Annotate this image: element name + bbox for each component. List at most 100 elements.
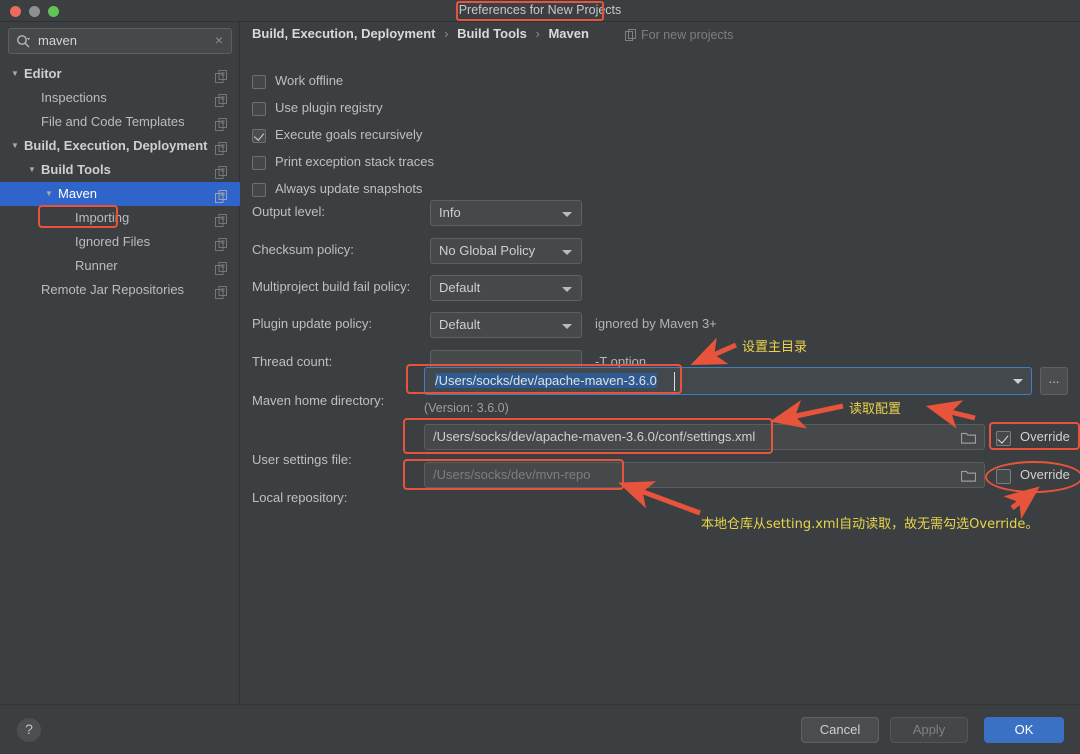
checksum-policy-value: No Global Policy [439, 243, 535, 258]
chevron-down-icon [562, 324, 572, 329]
chevron-down-icon [562, 287, 572, 292]
user-settings-file-label: User settings file: [252, 452, 352, 467]
checkbox-print-exception-stack-traces[interactable] [252, 156, 266, 170]
checkbox-label: Work offline [275, 73, 343, 88]
copy-settings-icon[interactable] [215, 211, 228, 224]
cancel-button[interactable]: Cancel [801, 717, 879, 743]
breadcrumb-separator: › [444, 26, 448, 41]
copy-settings-icon[interactable] [215, 259, 228, 272]
copy-settings-icon[interactable] [215, 139, 228, 152]
breadcrumb-separator: › [536, 26, 540, 41]
ok-button[interactable]: OK [984, 717, 1064, 743]
sidebar-item-inspections[interactable]: Inspections [0, 86, 240, 110]
local-repository-input[interactable]: /Users/socks/dev/mvn-repo [424, 462, 985, 488]
field-row-output-level: Output level: Info [252, 200, 752, 226]
sidebar-item-label: Importing [75, 206, 129, 230]
override-label: Override [1020, 429, 1070, 444]
sidebar-item-build-tools[interactable]: ▼Build Tools [0, 158, 240, 182]
copy-settings-icon[interactable] [215, 67, 228, 80]
sidebar-item-runner[interactable]: Runner [0, 254, 240, 278]
checkbox-always-update-snapshots[interactable] [252, 183, 266, 197]
checkbox-work-offline[interactable] [252, 75, 266, 89]
help-button[interactable]: ? [17, 718, 41, 742]
maven-version-label: (Version: 3.6.0) [424, 401, 509, 415]
copy-settings-icon[interactable] [215, 91, 228, 104]
sidebar-item-label: Build, Execution, Deployment [24, 134, 207, 158]
maven-home-directory-combobox[interactable]: /Users/socks/dev/apache-maven-3.6.0 [424, 367, 1032, 395]
copy-settings-icon[interactable] [215, 187, 228, 200]
chevron-down-icon[interactable]: ▼ [42, 182, 56, 206]
apply-button[interactable]: Apply [890, 717, 968, 743]
maven-home-directory-label: Maven home directory: [252, 393, 384, 408]
sidebar-item-ignored-files[interactable]: Ignored Files [0, 230, 240, 254]
annotation-note-1: 读取配置 [849, 398, 901, 417]
window-title: Preferences for New Projects [0, 3, 1080, 17]
maven-home-directory-value: /Users/socks/dev/apache-maven-3.6.0 [435, 373, 657, 388]
output-level-label: Output level: [252, 204, 325, 219]
sidebar-item-label: Inspections [41, 86, 107, 110]
checkbox-user-settings-override[interactable] [996, 431, 1011, 446]
breadcrumb-item-2[interactable]: Maven [548, 26, 588, 41]
chevron-down-icon[interactable]: ▼ [25, 158, 39, 182]
chevron-down-icon[interactable]: ▼ [8, 134, 22, 158]
breadcrumb-item-1[interactable]: Build Tools [457, 26, 527, 41]
sidebar-item-build-execution-deployment[interactable]: ▼Build, Execution, Deployment [0, 134, 240, 158]
sidebar-item-importing[interactable]: Importing [0, 206, 240, 230]
sidebar-item-label: Remote Jar Repositories [41, 278, 184, 302]
chevron-down-icon[interactable] [1005, 368, 1031, 394]
chevron-down-icon[interactable]: ▼ [8, 62, 22, 86]
sidebar-item-label: File and Code Templates [41, 110, 185, 134]
plugin-update-policy-select[interactable]: Default [430, 312, 582, 338]
checksum-policy-label: Checksum policy: [252, 242, 354, 257]
copy-settings-icon[interactable] [215, 283, 228, 296]
copy-settings-icon[interactable] [215, 115, 228, 128]
sidebar-item-label: Build Tools [41, 158, 111, 182]
checksum-policy-select[interactable]: No Global Policy [430, 238, 582, 264]
folder-icon[interactable] [961, 469, 976, 482]
copy-settings-icon [625, 29, 637, 41]
search-input[interactable]: maven × [8, 28, 232, 54]
copy-settings-icon[interactable] [215, 235, 228, 248]
close-icon[interactable]: × [215, 32, 223, 48]
maven-home-browse-button[interactable]: ... [1040, 367, 1068, 395]
user-settings-file-value: /Users/socks/dev/apache-maven-3.6.0/conf… [433, 429, 755, 444]
sidebar-item-label: Maven [58, 182, 97, 206]
settings-tree: ▼EditorInspectionsFile and Code Template… [0, 62, 240, 302]
sidebar-item-remote-jar-repositories[interactable]: Remote Jar Repositories [0, 278, 240, 302]
copy-settings-icon[interactable] [215, 163, 228, 176]
user-settings-file-input[interactable]: /Users/socks/dev/apache-maven-3.6.0/conf… [424, 424, 985, 450]
chevron-down-icon [562, 250, 572, 255]
text-caret [674, 372, 675, 391]
sidebar-item-editor[interactable]: ▼Editor [0, 62, 240, 86]
search-icon [16, 34, 31, 49]
checkbox-label: Use plugin registry [275, 100, 383, 115]
local-repository-label: Local repository: [252, 490, 347, 505]
window-title-bar: Preferences for New Projects [0, 0, 1080, 22]
override-label: Override [1020, 467, 1070, 482]
checkbox-execute-goals-recursively[interactable] [252, 129, 266, 143]
folder-icon[interactable] [961, 431, 976, 444]
checkbox-local-repository-override[interactable] [996, 469, 1011, 484]
annotation-note-0: 设置主目录 [742, 336, 807, 355]
annotation-note-2: 本地仓库从setting.xml自动读取，故无需勾选Override。 [701, 513, 1038, 532]
checkbox-label: Print exception stack traces [275, 154, 434, 169]
checkbox-use-plugin-registry[interactable] [252, 102, 266, 116]
breadcrumb-item-0[interactable]: Build, Execution, Deployment [252, 26, 435, 41]
chevron-down-icon [562, 212, 572, 217]
multiproject-fail-policy-value: Default [439, 280, 480, 295]
sidebar-item-maven[interactable]: ▼Maven [0, 182, 240, 206]
plugin-update-policy-value: Default [439, 317, 480, 332]
for-new-projects-text: For new projects [641, 28, 733, 42]
plugin-update-policy-hint: ignored by Maven 3+ [595, 316, 717, 331]
field-row-plugin-update-policy: Plugin update policy: Default ignored by… [252, 312, 872, 338]
checkbox-label: Execute goals recursively [275, 127, 422, 142]
thread-count-label: Thread count: [252, 354, 332, 369]
search-field-wrapper[interactable]: maven × [8, 28, 232, 54]
output-level-select[interactable]: Info [430, 200, 582, 226]
search-input-value: maven [38, 33, 77, 48]
sidebar-item-file-and-code-templates[interactable]: File and Code Templates [0, 110, 240, 134]
multiproject-fail-policy-select[interactable]: Default [430, 275, 582, 301]
output-level-value: Info [439, 205, 461, 220]
sidebar-item-label: Runner [75, 254, 118, 278]
dialog-footer: ? Cancel Apply OK [0, 704, 1080, 754]
